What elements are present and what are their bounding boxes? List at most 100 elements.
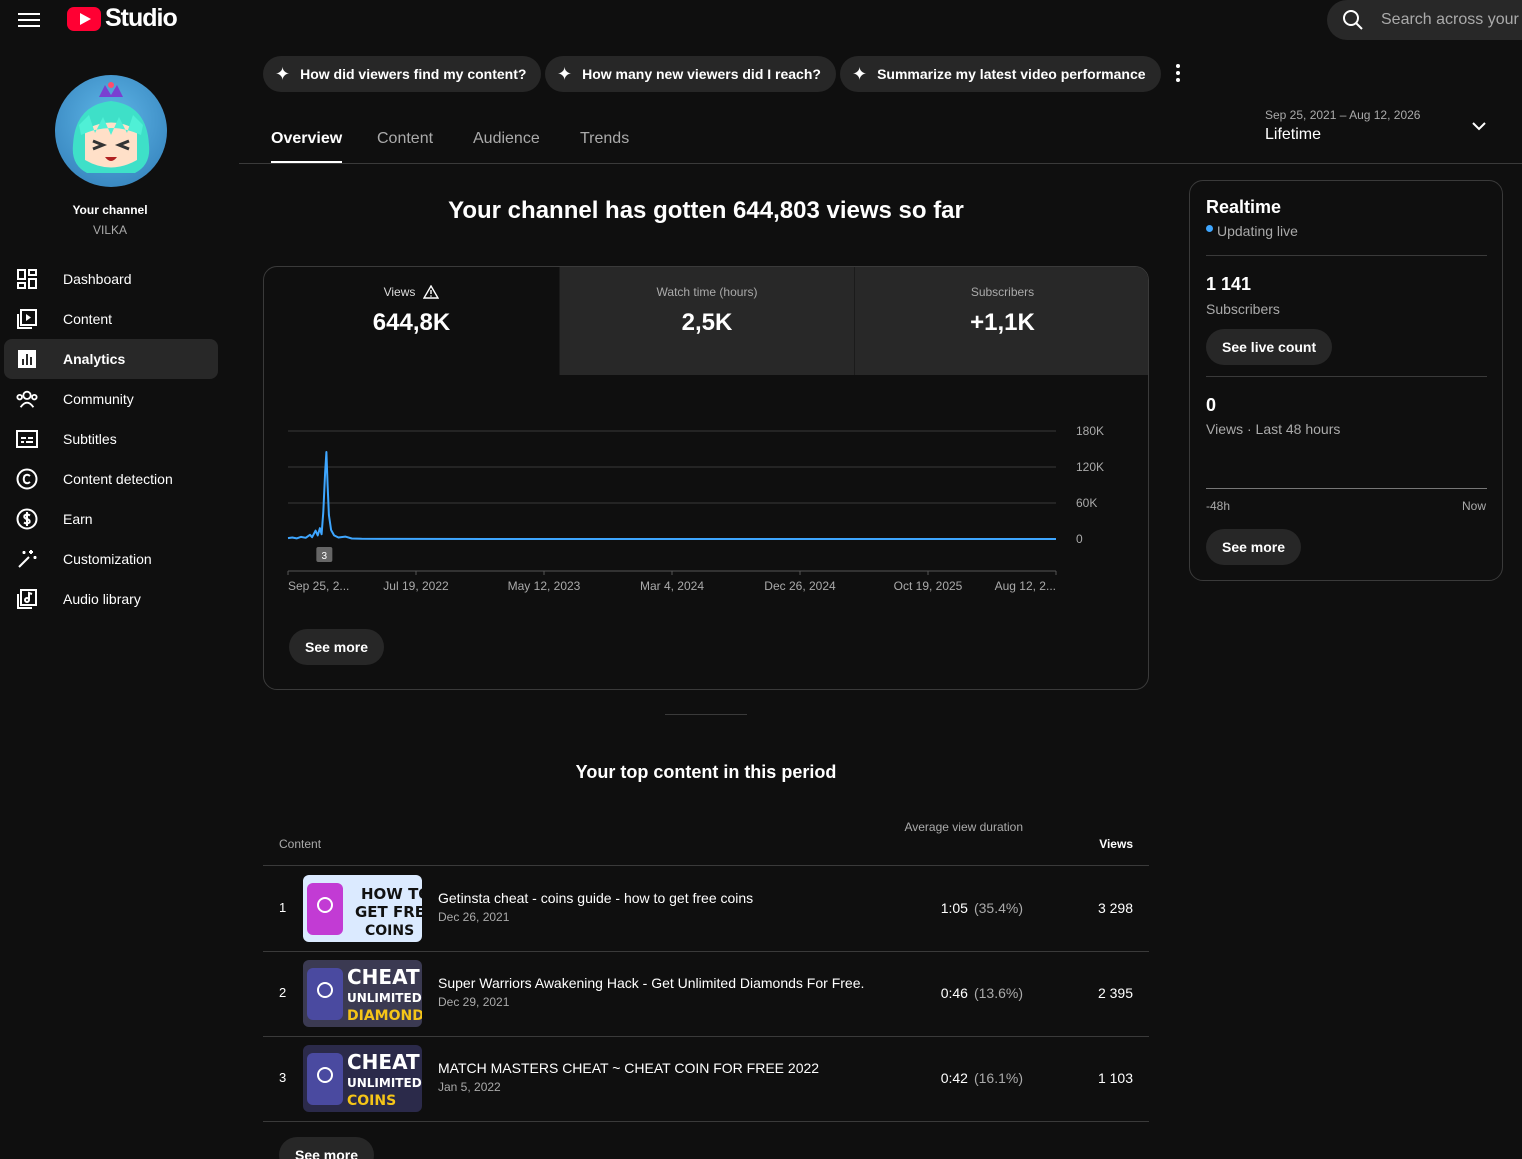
row-rank: 3 (279, 1070, 287, 1085)
studio-logo[interactable]: Studio (67, 4, 178, 33)
video-thumbnail[interactable]: HOW TOGET FREE COINS (303, 875, 422, 942)
table-row[interactable]: 2 CHEAT UNLIMITED DIAMONDS Super Warriors Aw… (263, 951, 1149, 1036)
suggestion-chip-discovery[interactable]: ✦ How did viewers find my content? (263, 56, 542, 92)
x-tick-label: Aug 12, 2... (995, 579, 1056, 593)
y-tick-label: 0 (1076, 532, 1083, 546)
metric-label: Watch time (hours) (656, 285, 758, 299)
realtime-status: Updating live (1206, 223, 1298, 239)
menu-button[interactable] (18, 10, 40, 28)
tab-overview[interactable]: Overview (271, 130, 343, 163)
channel-avatar[interactable] (55, 75, 167, 187)
tab-audience[interactable]: Audience (473, 130, 540, 148)
sidebar-item-label: Analytics (63, 351, 126, 367)
date-range-text: Sep 25, 2021 – Aug 12, 2026 (1265, 108, 1421, 122)
realtime-axis (1206, 488, 1487, 489)
table-row[interactable]: 3 CHEAT UNLIMITED COINS MATCH MASTERS CHEAT … (263, 1036, 1149, 1121)
thumbnail-text: UNLIMITED (347, 991, 422, 1005)
video-views: 1 103 (1097, 1070, 1133, 1086)
views-chart: 180K 120K 60K 0 Sep 25, 2... Jul 19, 2022 May … (287, 424, 1104, 593)
thumbnail-text: COINS (347, 1093, 396, 1109)
top-content-see-more-button[interactable]: See more (279, 1137, 375, 1159)
see-more-button[interactable]: See more (289, 629, 385, 665)
see-live-count-button[interactable]: See live count (1206, 329, 1333, 365)
metric-value: +1,1K (970, 309, 1035, 336)
video-title[interactable]: Getinsta cheat - coins guide - how to ge… (438, 890, 753, 906)
sidebar-item-label: Subtitles (63, 431, 117, 447)
sidebar-item-label: Community (63, 391, 134, 407)
realtime-subscribers-label: Subscribers (1206, 301, 1280, 317)
thumbnail-text: COINS (365, 923, 414, 939)
youtube-logo-icon (67, 6, 101, 31)
suggestion-chip-new-viewers[interactable]: ✦ How many new viewers did I reach? (545, 56, 836, 92)
sidebar-item-dashboard[interactable]: Dashboard (4, 259, 218, 299)
realtime-see-more-button[interactable]: See more (1206, 529, 1302, 565)
sidebar-item-earn[interactable]: Earn (4, 499, 218, 539)
tab-content[interactable]: Content (377, 130, 433, 148)
video-date: Dec 26, 2021 (438, 910, 510, 924)
sidebar-item-content[interactable]: Content (4, 299, 218, 339)
avg-view-duration: 0:42 (16.1%) (940, 1070, 1023, 1086)
sparkle-icon: ✦ (275, 64, 291, 84)
more-options-icon[interactable] (1170, 62, 1186, 84)
search-box[interactable] (1327, 0, 1522, 40)
video-views: 2 395 (1097, 985, 1133, 1001)
sparkle-icon: ✦ (557, 64, 573, 84)
sidebar-item-content-detection[interactable]: Content detection (4, 459, 218, 499)
realtime-views-label: Views · Last 48 hours (1206, 421, 1341, 437)
live-dot-icon (1206, 224, 1213, 232)
date-range-picker[interactable]: Sep 25, 2021 – Aug 12, 2026 Lifetime (1265, 108, 1495, 150)
top-content-title: Your top content in this period (575, 762, 837, 782)
sidebar-item-label: Content detection (63, 471, 173, 487)
y-tick-label: 180K (1076, 424, 1104, 438)
column-header-content: Content (279, 837, 322, 851)
y-tick-label: 60K (1076, 496, 1097, 510)
menu-icon (18, 13, 40, 15)
y-tick-label: 120K (1076, 460, 1104, 474)
magic-wand-icon (16, 548, 38, 570)
sidebar-item-label: Customization (63, 551, 152, 567)
views-series-line (287, 451, 1056, 540)
metric-tab-views[interactable]: Views 644,8K (264, 267, 559, 375)
suggestion-chip-summarize[interactable]: ✦ Summarize my latest video performance (840, 56, 1161, 92)
channel-handle: VILKA (92, 223, 128, 237)
warning-icon (423, 285, 440, 299)
avg-view-duration: 0:46 (13.6%) (940, 985, 1023, 1001)
metric-tab-subscribers[interactable]: Subscribers +1,1K (854, 267, 1148, 375)
sidebar-item-label: Content (63, 311, 113, 327)
x-tick-label: Dec 26, 2024 (764, 579, 836, 593)
video-thumbnail[interactable]: CHEAT UNLIMITED DIAMONDS (303, 960, 422, 1027)
column-header-avg-view-duration[interactable]: Average view duration (903, 818, 1023, 836)
sidebar-item-label: Audio library (63, 591, 141, 607)
date-range-label: Lifetime (1265, 126, 1322, 143)
tab-trends[interactable]: Trends (580, 130, 629, 148)
video-title[interactable]: MATCH MASTERS CHEAT ~ CHEAT COIN FOR FRE… (438, 1060, 819, 1076)
metric-tab-watch-time[interactable]: Watch time (hours) 2,5K (559, 267, 854, 375)
sparkle-icon: ✦ (852, 64, 868, 84)
dollar-icon (16, 508, 38, 530)
metric-label: Views (383, 285, 416, 299)
sidebar-item-customization[interactable]: Customization (4, 539, 218, 579)
overview-card: Views 644,8K Watch time (hours) 2,5K Sub… (263, 266, 1149, 690)
chevron-down-icon (1472, 122, 1486, 131)
x-tick-label: Oct 19, 2025 (894, 579, 963, 593)
metric-value: 644,8K (372, 309, 451, 336)
sidebar-item-subtitles[interactable]: Subtitles (4, 419, 218, 459)
video-date: Jan 5, 2022 (438, 1080, 501, 1094)
realtime-views-value: 0 (1206, 395, 1217, 415)
sidebar-item-analytics[interactable]: Analytics (4, 339, 218, 379)
row-rank: 2 (279, 985, 287, 1000)
realtime-subscribers-value: 1 141 (1206, 274, 1252, 294)
video-thumbnail[interactable]: CHEAT UNLIMITED COINS (303, 1045, 422, 1112)
sidebar-nav: Dashboard Content Analytics Community Su… (4, 259, 218, 619)
annotation-marker-label: 3 (322, 551, 328, 562)
search-input[interactable] (1381, 11, 1522, 29)
sidebar-item-audio-library[interactable]: Audio library (4, 579, 218, 619)
video-title[interactable]: Super Warriors Awakening Hack - Get Unli… (438, 975, 864, 991)
table-row[interactable]: 1 HOW TOGET FREE COINS Getinsta cheat - coi… (263, 866, 1149, 951)
realtime-axis-end: Now (1461, 499, 1486, 513)
column-header-views[interactable]: Views (1063, 837, 1133, 851)
thumbnail-text: CHEAT (347, 965, 420, 989)
x-tick-label: Mar 4, 2024 (640, 579, 704, 593)
sidebar-item-community[interactable]: Community (4, 379, 218, 419)
x-tick-label: Sep 25, 2... (288, 579, 349, 593)
